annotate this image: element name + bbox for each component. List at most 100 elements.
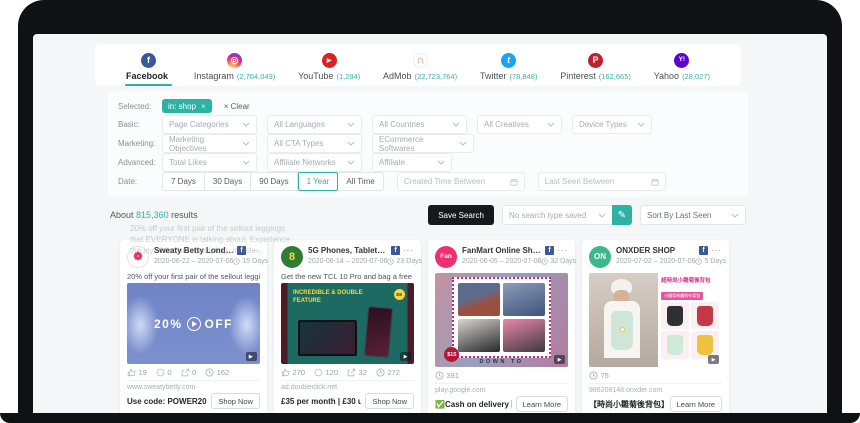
ad-subtext: Shop Now xyxy=(127,412,260,413)
total-likes-dropdown[interactable]: Total Likes xyxy=(162,153,257,172)
ad-creative-image[interactable]: 超時尚小雛菊後背包 小雛菊刺繡帆布背包 ▶ xyxy=(589,273,722,367)
advertiser-avatar: ❁ xyxy=(127,246,149,268)
ad-creative-video[interactable]: 20% OFF ▶ xyxy=(127,283,260,364)
remove-tag-icon[interactable]: × xyxy=(201,102,206,111)
date-90-days-button[interactable]: 90 Days xyxy=(251,172,297,191)
stats-row: 19 0 0 162 xyxy=(127,368,260,377)
advertiser-title[interactable]: Sweaty Betty London | Wom... xyxy=(154,246,234,255)
days-running: 15 Days xyxy=(233,258,268,265)
advertiser-avatar: 8 xyxy=(281,246,303,268)
clock-icon xyxy=(387,258,394,265)
ad-card[interactable]: ❁ Sweaty Betty London | Wom... f ··· 202… xyxy=(120,240,267,413)
creative-type-badge: ▶ xyxy=(708,355,719,364)
chevron-down-icon xyxy=(242,122,250,127)
date-7-days-button[interactable]: 7 Days xyxy=(162,172,205,191)
play-icon[interactable] xyxy=(187,317,201,331)
card-menu-icon[interactable]: ··· xyxy=(249,246,260,255)
save-search-button[interactable]: Save Search xyxy=(428,205,494,225)
ad-domain: 986208148.onxder.com xyxy=(589,383,722,394)
facebook-icon: f xyxy=(391,246,400,255)
ad-subtext: Annual price changes and terms ... xyxy=(281,412,414,413)
ad-domain: www.sweatybetty.com xyxy=(127,380,260,391)
tag-text: in: shop xyxy=(168,102,196,111)
card-menu-icon[interactable]: ··· xyxy=(711,246,722,255)
yahoo-icon: Y! xyxy=(674,53,689,68)
marketing-objectives-dropdown[interactable]: Marketing Objectives xyxy=(162,134,257,153)
ad-body-text: Get the new TCL 10 Pro and bag a free TC… xyxy=(281,272,414,281)
calendar-icon xyxy=(651,178,659,186)
stats-row: 75 xyxy=(589,371,722,380)
card-header: 8 5G Phones, Tablets & SIMs | ... f ··· … xyxy=(281,246,414,268)
facebook-icon: f xyxy=(141,53,156,68)
languages-dropdown[interactable]: All Languages xyxy=(267,115,362,134)
ad-card[interactable]: ON ONXDER SHOP f ··· 2020-07-02 – 2020-0… xyxy=(582,240,729,413)
tab-instagram[interactable]: ◎ Instagram(2,704,049) xyxy=(189,48,280,86)
advertiser-title[interactable]: 5G Phones, Tablets & SIMs | ... xyxy=(308,246,388,255)
advertiser-avatar: Fan xyxy=(435,246,457,268)
tab-twitter[interactable]: t Twitter(78,848) xyxy=(475,48,542,86)
date-all-time-button[interactable]: All Time xyxy=(338,172,383,191)
filter-panel: Selected: in: shop × × Clear Basic: Page… xyxy=(108,91,748,197)
cta-types-dropdown[interactable]: All CTA Types xyxy=(267,134,362,153)
date-1-year-button[interactable]: 1 Year xyxy=(298,172,339,191)
created-time-input[interactable]: Created Time Between xyxy=(397,172,525,191)
product-grid xyxy=(452,277,550,358)
shop-now-button[interactable]: Shop Now xyxy=(211,393,260,409)
like-icon xyxy=(127,368,136,377)
tab-facebook[interactable]: f Facebook xyxy=(121,48,176,86)
tab-admob[interactable]: ∩ AdMob(22,723,764) xyxy=(378,48,462,86)
page-categories-dropdown[interactable]: Page Categories xyxy=(162,115,257,134)
advertiser-title[interactable]: ONXDER SHOP xyxy=(616,246,696,255)
ad-headline: 【時尚小雛菊後背包】小雛菊刺... xyxy=(589,399,666,410)
share-icon xyxy=(347,368,356,377)
creative-caption: DOWN TO xyxy=(435,359,568,365)
days-running: 5 Days xyxy=(695,258,726,265)
card-menu-icon[interactable]: ··· xyxy=(403,246,414,255)
chevron-down-icon xyxy=(347,122,355,127)
ad-card[interactable]: 8 5G Phones, Tablets & SIMs | ... f ··· … xyxy=(274,240,421,413)
tab-count: (28,027) xyxy=(682,72,710,81)
days-running: 23 Days xyxy=(387,258,422,265)
card-menu-icon[interactable]: ··· xyxy=(557,246,568,255)
ad-card[interactable]: Fan FanMart Online Shopping - F... f ···… xyxy=(428,240,575,413)
creative-headline: 超時尚小雛菊後背包 xyxy=(661,276,719,284)
clock-icon xyxy=(541,258,548,265)
sort-dropdown[interactable]: Sort By Last Seen xyxy=(640,205,746,225)
ad-domain: ad.doubleclick.net xyxy=(281,380,414,391)
card-header: Fan FanMart Online Shopping - F... f ···… xyxy=(435,246,568,268)
last-seen-input[interactable]: Last Seen Between xyxy=(538,172,666,191)
advertiser-title[interactable]: FanMart Online Shopping - F... xyxy=(462,246,542,255)
learn-more-button[interactable]: Learn More xyxy=(670,396,722,412)
ecommerce-softwares-dropdown[interactable]: ECommerce Softwares xyxy=(372,134,474,153)
tab-count: (78,848) xyxy=(509,72,537,81)
edit-saved-search-button[interactable]: ✎ xyxy=(612,205,632,225)
affiliate-networks-dropdown[interactable]: Affiliate Networks xyxy=(267,153,362,172)
tab-youtube[interactable]: ▶ YouTube(1,294) xyxy=(293,48,365,86)
creatives-dropdown[interactable]: All Creatives xyxy=(477,115,562,134)
ad-creative-carousel[interactable]: $15 DOWN TO ▶ xyxy=(435,273,568,367)
device-types-dropdown[interactable]: Device Types xyxy=(572,115,652,134)
affiliate-dropdown[interactable]: Affiliate xyxy=(372,153,452,172)
twitter-icon: t xyxy=(501,53,516,68)
selected-filter-tag[interactable]: in: shop × xyxy=(162,99,212,113)
facebook-icon: f xyxy=(699,246,708,255)
results-count: 815,360 xyxy=(136,210,169,220)
ad-headline: ✅Cash on delivery ✅ Days fr... xyxy=(435,400,512,409)
countries-dropdown[interactable]: All Countries xyxy=(372,115,467,134)
shop-now-button[interactable]: Shop Now xyxy=(365,393,414,409)
date-30-days-button[interactable]: 30 Days xyxy=(205,172,251,191)
device-base xyxy=(0,413,860,423)
clear-filters-button[interactable]: × Clear xyxy=(224,102,250,111)
tv-graphic xyxy=(298,320,357,356)
creative-type-badge: ▶ xyxy=(400,352,411,361)
saved-search-dropdown[interactable]: No search type saved xyxy=(502,205,612,225)
tab-yahoo[interactable]: Y! Yahoo(28,027) xyxy=(649,48,715,86)
clock-icon xyxy=(376,368,385,377)
chevron-down-icon xyxy=(347,141,355,146)
tab-pinterest[interactable]: P Pinterest(162,665) xyxy=(555,48,636,86)
tab-label: AdMob xyxy=(383,71,412,81)
learn-more-button[interactable]: Learn More xyxy=(516,396,568,412)
creative-tag: 小雛菊刺繡帆布背包 xyxy=(661,292,703,300)
tab-label: Twitter xyxy=(480,71,507,81)
ad-creative-image[interactable]: INCREDIBLE & DOUBLE FEATURE EE ▶ xyxy=(281,283,414,364)
